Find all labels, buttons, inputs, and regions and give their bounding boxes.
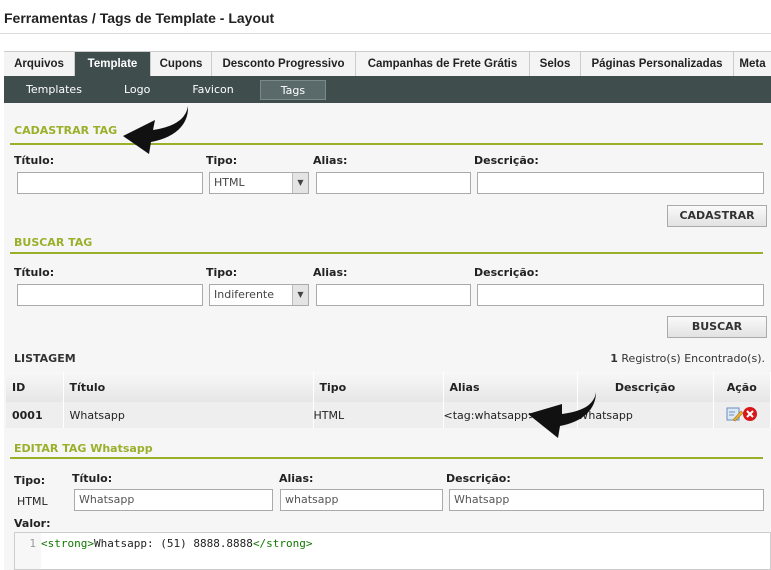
tab-template[interactable]: Template [75,52,151,76]
buscar-heading: BUSCAR TAG [14,236,93,249]
record-count-number: 1 [610,352,618,365]
tipo-select-value: Indiferente [214,288,274,301]
sub-nav: Templates Logo Favicon Tags [4,76,771,103]
buscar-alias-input[interactable] [316,284,471,306]
listagem-heading: LISTAGEM [14,352,76,365]
tipo-label: Tipo: [206,154,238,167]
chevron-down-icon: ▼ [292,285,308,305]
code-text: Whatsapp: (51) 8888.8888 [93,537,253,550]
alias-label: Alias: [279,472,314,485]
buscar-descricao-input[interactable] [477,284,764,306]
record-count: 1 Registro(s) Encontrado(s). [610,352,765,365]
cell-titulo: Whatsapp [63,402,314,428]
col-tipo: Tipo [313,372,444,402]
cell-acao [713,402,771,428]
tab-cupons[interactable]: Cupons [151,52,212,76]
page-title: Ferramentas / Tags de Template - Layout [4,10,275,26]
chevron-down-icon: ▼ [292,173,308,193]
divider [10,457,763,459]
table-row: 0001 Whatsapp HTML <tag:whatsapp> Whatsa… [6,402,771,428]
alias-label: Alias: [313,154,348,167]
divider [10,252,763,254]
delete-icon[interactable] [742,406,757,421]
subnav-favicon[interactable]: Favicon [176,80,249,100]
code-open-tag: <strong> [41,537,94,550]
cell-id: 0001 [6,402,64,428]
main-tabs: Arquivos Template Cupons Desconto Progre… [4,51,771,76]
editar-descricao-input[interactable]: Whatsapp [449,489,764,511]
valor-label: Valor: [14,517,51,530]
descricao-label: Descrição: [474,266,539,279]
col-id: ID [6,372,64,402]
descricao-label: Descrição: [474,154,539,167]
annotation-arrow-icon [123,106,189,154]
tab-desconto-progressivo[interactable]: Desconto Progressivo [212,52,356,76]
table-header: ID Título Tipo Alias Descrição Ação [6,372,771,402]
subnav-tags[interactable]: Tags [259,79,327,100]
col-titulo: Título [63,372,314,402]
tab-paginas-personalizadas[interactable]: Páginas Personalizadas [581,52,734,76]
alias-label: Alias: [313,266,348,279]
code-close-tag: </strong> [252,537,313,550]
tab-arquivos[interactable]: Arquivos [4,52,75,76]
alias-input[interactable] [316,172,471,194]
cadastrar-heading: CADASTRAR TAG [14,124,118,137]
tab-campanhas-frete[interactable]: Campanhas de Frete Grátis [356,52,530,76]
editar-alias-input[interactable]: whatsapp [280,489,443,511]
record-count-label: Registro(s) Encontrado(s). [617,352,765,365]
buscar-tipo-select[interactable]: Indiferente ▼ [209,284,309,306]
edit-icon[interactable] [726,407,744,421]
tipo-label: Tipo: [14,474,46,487]
subnav-logo[interactable]: Logo [108,80,166,100]
titulo-label: Título: [14,266,55,279]
divider [0,33,771,34]
editar-titulo-input[interactable]: Whatsapp [74,489,273,511]
tipo-select[interactable]: HTML ▼ [209,172,309,194]
buscar-button[interactable]: BUSCAR [667,316,767,338]
subnav-templates[interactable]: Templates [10,80,98,100]
tab-meta[interactable]: Meta [734,52,771,76]
cell-tipo: HTML [313,402,444,428]
col-acao: Ação [713,372,771,402]
editar-heading: EDITAR TAG Whatsapp [14,442,153,455]
tags-table: ID Título Tipo Alias Descrição Ação 0001… [6,372,771,428]
tipo-select-value: HTML [214,176,245,189]
code-editor[interactable]: 1 <strong> Whatsapp: (51) 8888.8888 </stro… [14,532,771,570]
titulo-label: Título: [72,472,113,485]
descricao-input[interactable] [477,172,764,194]
annotation-arrow-icon [528,392,596,438]
titulo-input[interactable] [17,172,203,194]
tipo-value: HTML [17,495,48,508]
cadastrar-button[interactable]: CADASTRAR [667,205,767,227]
descricao-label: Descrição: [446,472,511,485]
buscar-titulo-input[interactable] [17,284,203,306]
tab-selos[interactable]: Selos [530,52,581,76]
titulo-label: Título: [14,154,55,167]
line-number: 1 [15,533,41,569]
tipo-label: Tipo: [206,266,238,279]
